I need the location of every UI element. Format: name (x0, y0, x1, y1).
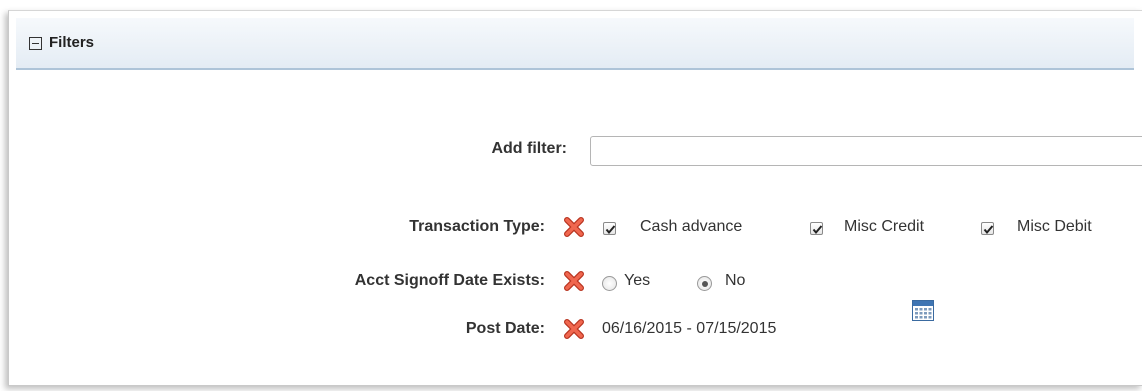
calendar-icon[interactable] (912, 300, 934, 321)
add-filter-label: Add filter: (491, 140, 567, 157)
option-misc-debit: Misc Debit (1017, 218, 1092, 235)
checkbox-misc-debit[interactable] (981, 222, 994, 235)
add-filter-input[interactable] (590, 136, 1142, 166)
collapse-icon[interactable] (29, 37, 42, 50)
checkbox-cash-advance[interactable] (603, 222, 616, 235)
option-yes: Yes (624, 272, 651, 289)
post-date-range[interactable]: 06/16/2015 - 07/15/2015 (602, 320, 776, 338)
radio-no[interactable] (697, 276, 712, 291)
checkbox-misc-credit[interactable] (810, 222, 823, 235)
option-cash-advance: Cash advance (640, 218, 743, 235)
radio-yes[interactable] (602, 276, 617, 291)
transaction-type-label: Transaction Type: (409, 218, 545, 235)
post-date-label: Post Date: (465, 320, 545, 337)
remove-transaction-type-icon[interactable] (563, 216, 585, 238)
option-misc-credit: Misc Credit (844, 218, 925, 235)
remove-post-date-icon[interactable] (563, 318, 585, 340)
panel-title: Filters (49, 34, 95, 51)
filters-panel-header[interactable]: Filters (16, 18, 1134, 70)
remove-acct-signoff-icon[interactable] (563, 270, 585, 292)
option-no: No (725, 272, 746, 289)
acct-signoff-label: Acct Signoff Date Exists: (354, 272, 545, 289)
